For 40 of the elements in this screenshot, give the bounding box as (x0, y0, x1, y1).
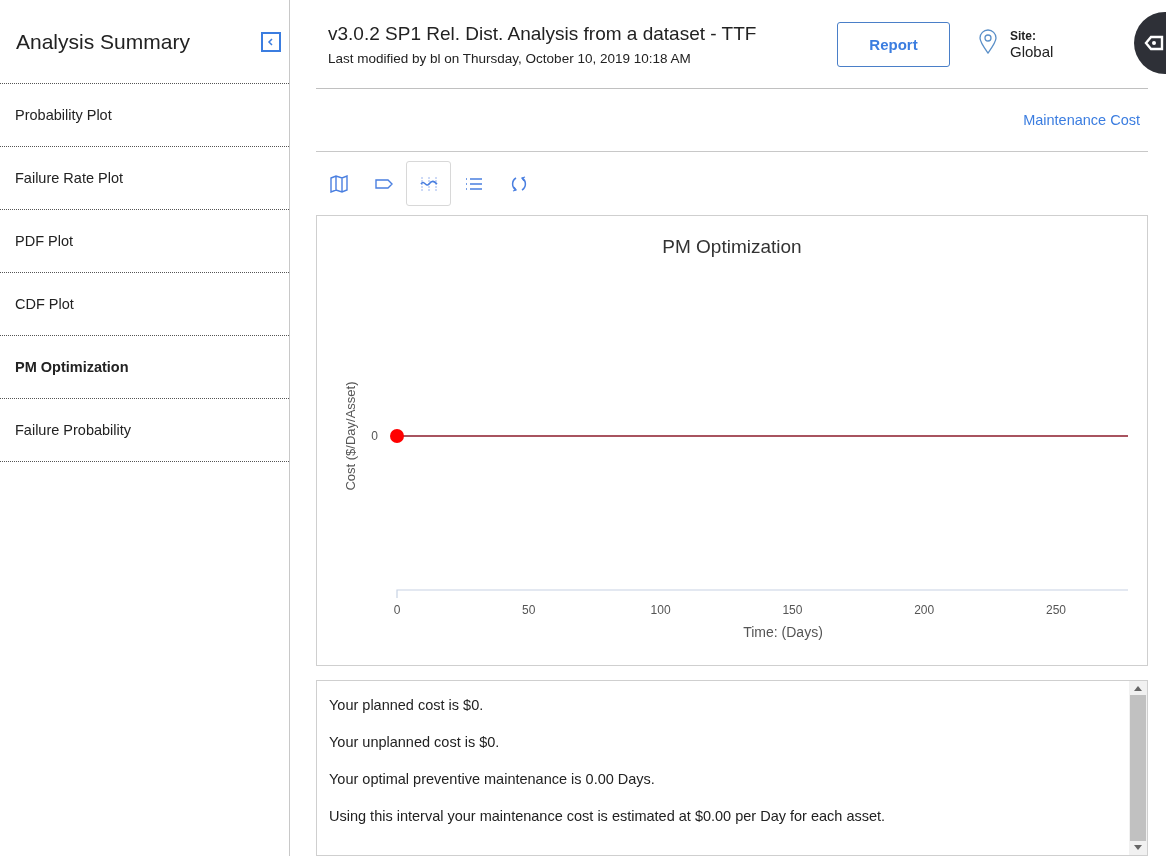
line-chart-icon (418, 174, 439, 193)
site-value: Global (1010, 42, 1054, 60)
x-tick-label: 0 (393, 603, 401, 617)
summary-text: Your optimal preventive maintenance is 0.00 Days. (329, 771, 656, 787)
y-axis-label: Cost ($/Day/Asset) (343, 381, 358, 491)
x-tick-label: 50 (522, 603, 536, 617)
x-axis-label: Time: (Days) (743, 624, 823, 640)
collapse-button[interactable] (261, 31, 281, 52)
summary-text: Your planned cost is $0. (329, 697, 485, 713)
scrollbar[interactable] (1129, 681, 1147, 855)
sidebar-item[interactable]: PDF Plot (0, 210, 289, 273)
x-tick-label: 100 (650, 603, 671, 617)
summary-text: Using this interval your maintenance cost is estimated at $0.00 per Day for each asset. (329, 808, 887, 824)
sidebar-item[interactable]: Failure Probability (0, 399, 289, 462)
scroll-up-icon[interactable] (1134, 685, 1142, 691)
list-icon (463, 176, 484, 191)
location-pin-icon (978, 28, 998, 55)
sidebar-item[interactable]: CDF Plot (0, 273, 289, 336)
data-point (390, 429, 404, 443)
x-tick-label: 150 (782, 603, 803, 617)
summary-text: Your unplanned cost is $0. (329, 734, 501, 750)
x-tick-label: 200 (914, 603, 935, 617)
sidebar-title: Analysis Summary (16, 29, 190, 54)
tag-icon (373, 176, 394, 191)
last-modified-text: Last modified by bl on Thursday, October 10, 2019 10:18 AM (328, 50, 692, 66)
y-tick-label: 0 (371, 429, 378, 443)
report-button[interactable]: Report (837, 21, 950, 67)
x-tick-label: 250 (1046, 603, 1066, 617)
page-title: v3.0.2 SP1 Rel. Dist. Analysis from a dataset - TTF (328, 22, 758, 45)
sidebar-item[interactable]: PM Optimization (0, 336, 289, 399)
chart-tool-button[interactable] (406, 161, 451, 206)
tag-icon (1144, 35, 1164, 51)
map-icon (328, 174, 349, 193)
scroll-down-icon[interactable] (1134, 845, 1142, 851)
chevron-left-icon (267, 37, 275, 46)
chart-title: PM Optimization (662, 236, 802, 257)
sidebar-item[interactable]: Failure Rate Plot (0, 147, 289, 210)
maintenance-cost-link[interactable]: Maintenance Cost (1023, 112, 1148, 128)
sidebar-item[interactable]: Probability Plot (0, 84, 289, 147)
site-label: Site: (1010, 28, 1037, 43)
